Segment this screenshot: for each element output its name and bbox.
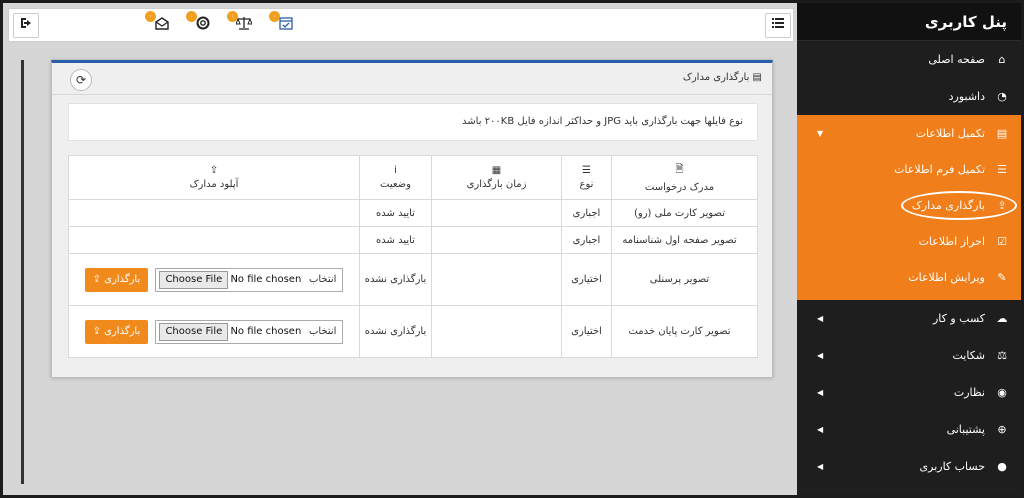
upload-icon: ⇪ — [997, 199, 1007, 212]
file-input[interactable]: انتخاب No file chosen Choose File — [155, 267, 344, 292]
eye-icon: ◉ — [997, 386, 1007, 399]
id-card-icon: ▤ — [752, 72, 762, 83]
row-type: اجباری — [561, 226, 612, 254]
chevron-left-icon: ◀ — [817, 425, 824, 434]
file-input[interactable]: انتخاب No file chosen Choose File — [155, 319, 344, 344]
row-status: تایید شده — [359, 226, 432, 254]
row-upload — [68, 226, 360, 254]
choose-file-button[interactable]: Choose File — [159, 270, 229, 289]
upload-icon: ⇪ — [209, 165, 219, 176]
header-document: 🗎 مدرک درخواست — [611, 155, 758, 200]
cloud-icon: ☁ — [996, 312, 1008, 325]
upload-button[interactable]: بارگذاری ⇪ — [84, 267, 149, 292]
vertical-divider — [21, 60, 24, 484]
logout-icon[interactable] — [13, 13, 39, 38]
globe-icon: ⊕ — [997, 423, 1007, 436]
list-icon: ☰ — [582, 165, 591, 176]
sidebar-title: پنل کاربری — [797, 3, 1021, 41]
list-icon: ☰ — [997, 163, 1007, 176]
submenu-item-form[interactable]: ☰ تکمیل فرم اطلاعات — [797, 152, 1021, 188]
row-time — [431, 226, 562, 254]
sidebar-item-home[interactable]: ⌂ صفحه اصلی — [797, 41, 1021, 78]
row-document: تصویر کارت ملی (رو) — [611, 199, 758, 227]
header-type: ☰ نوع — [561, 155, 612, 200]
sidebar-submenu: ☰ تکمیل فرم اطلاعات ⇪ بارگذاری مدارک ☑ ا… — [797, 152, 1021, 300]
sidebar-item-complaint[interactable]: ⚖ شکایت ◀ — [797, 337, 1021, 374]
sidebar-item-complete-info[interactable]: ▤ تکمیل اطلاعات ▼ — [797, 115, 1021, 152]
home-icon: ⌂ — [998, 53, 1006, 66]
table-row: تصویر کارت پایان خدمت اختیاری بارگذاری ن… — [68, 305, 758, 358]
lifebuoy-icon[interactable]: ۰ — [186, 11, 214, 37]
calendar-icon: ▦ — [491, 165, 502, 176]
row-status: بارگذاری نشده — [359, 305, 432, 358]
user-icon: ● — [997, 460, 1007, 473]
upload-icon: ⇪ — [92, 273, 101, 285]
panel-header: ▤ بارگذاری مدارک ⟳ — [52, 63, 772, 95]
table-row: تصویر کارت ملی (رو) اجباری تایید شده — [68, 199, 758, 227]
edit-icon: ✎ — [997, 271, 1007, 284]
header-time: ▦ زمان بارگذاری — [431, 155, 562, 200]
table-row: تصویر پرسنلی اختیاری بارگذاری نشده انتخا… — [68, 253, 758, 306]
sidebar-item-business[interactable]: ☁ کسب و کار ◀ — [797, 300, 1021, 337]
submenu-item-edit[interactable]: ✎ ویرایش اطلاعات — [797, 260, 1021, 296]
row-document: تصویر کارت پایان خدمت — [611, 305, 758, 358]
row-status: بارگذاری نشده — [359, 253, 432, 306]
upload-button[interactable]: بارگذاری ⇪ — [84, 319, 149, 344]
menu-toggle-icon[interactable] — [765, 13, 791, 38]
chevron-left-icon: ◀ — [817, 388, 824, 397]
row-upload: انتخاب No file chosen Choose File بارگذا… — [68, 253, 360, 306]
panel-title: ▤ بارگذاری مدارک — [682, 72, 762, 83]
sidebar-item-dashboard[interactable]: ◔ داشبورد — [797, 78, 1021, 115]
sidebar-item-monitoring[interactable]: ◉ نظارت ◀ — [797, 374, 1021, 411]
row-time — [431, 305, 562, 358]
upload-documents-panel: ▤ بارگذاری مدارک ⟳ نوع فایلها جهت بارگذا… — [51, 60, 773, 378]
row-upload: انتخاب No file chosen Choose File بارگذا… — [68, 305, 360, 358]
chevron-left-icon: ◀ — [817, 314, 824, 323]
calendar-badge: ۰ — [269, 11, 280, 22]
checkbox-icon: ☑ — [997, 235, 1007, 248]
header-status: i وضعیت — [359, 155, 432, 200]
upload-note: نوع فایلها جهت بارگذاری باید JPG و حداکث… — [68, 103, 758, 141]
table-row: تصویر صفحه اول شناسنامه اجباری تایید شده — [68, 226, 758, 254]
row-type: اختیاری — [561, 253, 612, 306]
refresh-icon[interactable]: ⟳ — [70, 69, 92, 91]
row-time — [431, 253, 562, 306]
id-card-icon: ▤ — [996, 127, 1008, 140]
header-upload: ⇪ آپلود مدارک — [68, 155, 360, 200]
upload-icon: ⇪ — [92, 325, 101, 337]
chevron-left-icon: ◀ — [817, 462, 824, 471]
row-status: تایید شده — [359, 199, 432, 227]
submenu-item-upload[interactable]: ⇪ بارگذاری مدارک — [797, 188, 1021, 224]
file-icon: 🗎 — [675, 164, 684, 175]
row-type: اختیاری — [561, 305, 612, 358]
submenu-item-verify[interactable]: ☑ احراز اطلاعات — [797, 224, 1021, 260]
row-time — [431, 199, 562, 227]
support-badge: ۰ — [186, 11, 197, 22]
chevron-left-icon: ◀ — [817, 351, 824, 360]
sidebar-item-account[interactable]: ● حساب کاربری ◀ — [797, 448, 1021, 485]
info-icon: i — [394, 165, 397, 176]
top-bar: ۰ ۰ ۰ ۰ — [8, 8, 794, 42]
row-document: تصویر صفحه اول شناسنامه — [611, 226, 758, 254]
sidebar: پنل کاربری ⌂ صفحه اصلی ◔ داشبورد ▤ تکمیل… — [797, 3, 1021, 495]
app-frame: ۰ ۰ ۰ ۰ ▤ بارگذاری مدارک ⟳ نوع فایلها جه… — [3, 3, 1021, 495]
chevron-down-icon: ▼ — [817, 129, 824, 138]
mail-badge: ۰ — [145, 11, 156, 22]
complaint-badge: ۰ — [227, 11, 238, 22]
row-upload — [68, 199, 360, 227]
choose-file-button[interactable]: Choose File — [159, 322, 229, 341]
dashboard-icon: ◔ — [997, 90, 1007, 103]
row-document: تصویر پرسنلی — [611, 253, 758, 306]
mail-icon[interactable]: ۰ — [145, 11, 173, 37]
row-type: اجباری — [561, 199, 612, 227]
documents-table: 🗎 مدرک درخواست ☰ نوع ▦ زمان بارگذاری i وضعیت… — [68, 155, 758, 358]
calendar-check-icon[interactable]: ۰ — [269, 11, 297, 37]
sidebar-item-support[interactable]: ⊕ پشتیبانی ◀ — [797, 411, 1021, 448]
scale-icon: ⚖ — [997, 349, 1007, 362]
table-header-row: 🗎 مدرک درخواست ☰ نوع ▦ زمان بارگذاری i وضعیت… — [68, 155, 758, 200]
scale-icon[interactable]: ۰ — [227, 11, 255, 37]
